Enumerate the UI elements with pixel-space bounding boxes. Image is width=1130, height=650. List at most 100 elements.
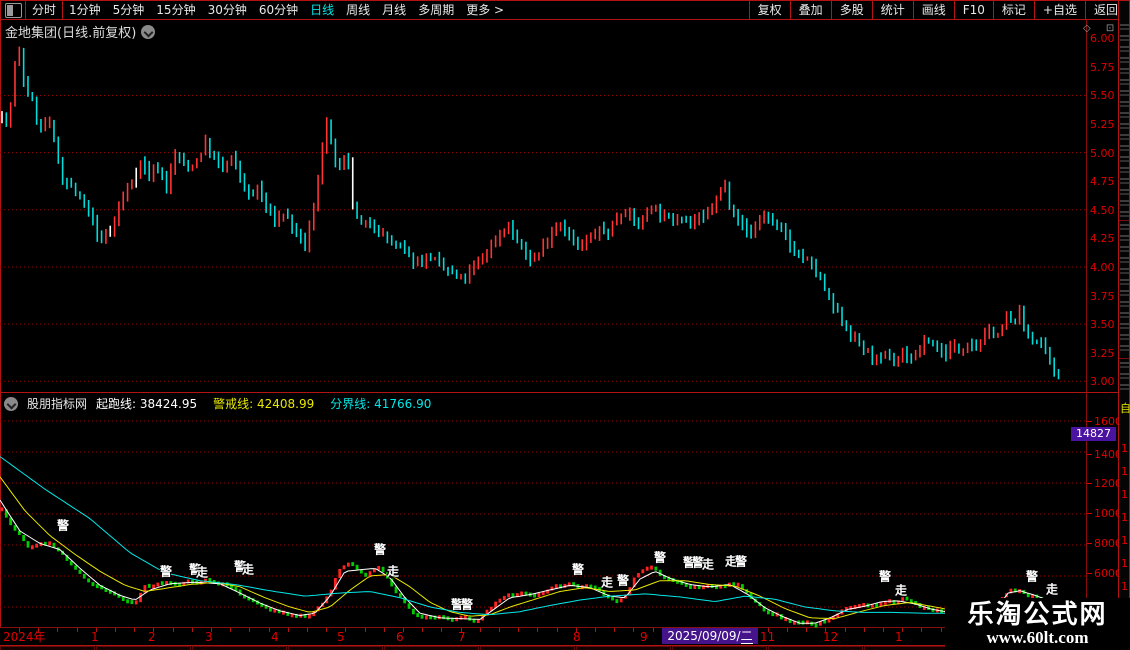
toolbar-item-月线[interactable]: 月线 — [376, 1, 412, 20]
toolbar-item-5分钟[interactable]: 5分钟 — [107, 1, 151, 20]
main-price-chart[interactable] — [0, 20, 1086, 392]
date-axis[interactable]: 2024年 1 2 3 4 5 6 7 8 9 11 12 1 2025/09/09/二 — [0, 628, 1086, 645]
indicator-chart[interactable] — [0, 413, 1086, 628]
bottom-tab-cutoff[interactable] — [96, 646, 191, 650]
bottom-tab-cutoff[interactable] — [672, 646, 767, 650]
toolbar-item-60分钟[interactable]: 60分钟 — [253, 1, 304, 20]
date-label: 1 — [895, 630, 903, 644]
chevron-down-icon[interactable] — [4, 396, 18, 411]
legend-起跑线: 起跑线: 38424.95 — [96, 397, 198, 411]
bottom-tab-cutoff[interactable] — [192, 646, 287, 650]
date-tick — [499, 628, 500, 632]
toolbar-item-1分钟[interactable]: 1分钟 — [63, 1, 107, 20]
date-label: 7 — [458, 630, 466, 644]
axis-tick — [1087, 483, 1092, 484]
toolbar-button-标记[interactable]: 标记 — [992, 1, 1034, 20]
date-tick — [365, 628, 366, 632]
legend-分界线: 分界线: 41766.90 — [330, 397, 432, 411]
date-tick — [787, 628, 788, 632]
main-axis-label: 4.75 — [1090, 175, 1115, 189]
date-tick — [941, 628, 942, 632]
bottom-tab-cutoff[interactable] — [0, 646, 95, 650]
date-label: 8 — [573, 630, 581, 644]
date-tick — [845, 628, 846, 632]
date-label: 3 — [205, 630, 213, 644]
signal-marker-警: 警 — [571, 562, 585, 577]
top-toolbar: 分时 1分钟 5分钟 15分钟 30分钟 60分钟 日线 周线 月线 多周期 更多 > 复权 叠加 多股… — [0, 1, 1129, 20]
edge-digit: 1 — [1121, 534, 1128, 547]
axis-tick — [1087, 421, 1092, 422]
date-tick — [57, 628, 58, 632]
edge-vertical-text — [1120, 24, 1129, 218]
toolbar-button-多股[interactable]: 多股 — [830, 1, 872, 20]
edge-digit: 1 — [1121, 488, 1128, 501]
date-tick — [269, 628, 270, 632]
main-axis-label: 5.75 — [1090, 60, 1115, 74]
main-axis-label: 4.00 — [1090, 260, 1115, 274]
bottom-tab-cutoff[interactable] — [480, 646, 575, 650]
pane-divider — [0, 392, 1118, 393]
indicator-header: 股朋指标网 起跑线: 38424.95 警戒线: 42408.99 分界线: 417… — [4, 395, 431, 412]
toolbar-button-F10[interactable]: F10 — [953, 1, 993, 20]
date-label: 11 — [760, 630, 776, 644]
toolbar-item-日线[interactable]: 日线 — [304, 1, 340, 20]
main-axis-label: 5.25 — [1090, 118, 1115, 132]
toolbar-item-15分钟[interactable]: 15分钟 — [150, 1, 201, 20]
toolbar-button-复权[interactable]: 复权 — [748, 1, 790, 20]
toolbar-item-更多 >[interactable]: 更多 > — [460, 1, 510, 20]
toolbar-item-多周期[interactable]: 多周期 — [412, 1, 460, 20]
date-label: 2024年 — [3, 630, 46, 644]
date-tick — [441, 628, 442, 632]
main-axis-label: 4.50 — [1090, 203, 1115, 217]
date-label: 5 — [337, 630, 345, 644]
bottom-tab-cutoff[interactable] — [576, 646, 671, 650]
date-label: 4 — [271, 630, 279, 644]
toolbar-item-周线[interactable]: 周线 — [340, 1, 376, 20]
toolbar-button-+自选[interactable]: +自选 — [1033, 1, 1085, 20]
layout-panel-icon[interactable] — [5, 3, 22, 18]
date-tick — [230, 628, 231, 632]
date-tick — [480, 628, 481, 632]
edge-vertical-text — [1120, 362, 1129, 390]
edge-digit: 1 — [1121, 465, 1128, 478]
date-tick — [249, 628, 250, 632]
main-axis-label: 5.00 — [1090, 146, 1115, 160]
date-tick — [384, 628, 385, 632]
watermark-site-name: 乐淘公式网 — [967, 600, 1108, 630]
date-tick — [77, 628, 78, 632]
toolbar-button-统计[interactable]: 统计 — [871, 1, 913, 20]
signal-marker-走: 走 — [894, 583, 908, 598]
edge-tab-label[interactable]: 自 — [1120, 400, 1130, 416]
bottom-tab-cutoff[interactable] — [768, 646, 863, 650]
edge-digit: 1 — [1121, 580, 1128, 593]
trading-app-window: 分时 1分钟 5分钟 15分钟 30分钟 60分钟 日线 周线 月线 多周期 更多 > 复权 叠加 多股… — [0, 0, 1130, 650]
current-value-badge: 14827 — [1071, 427, 1116, 441]
date-tick — [345, 628, 346, 632]
date-tick — [115, 628, 116, 632]
date-tick — [557, 628, 558, 632]
date-label: 6 — [396, 630, 404, 644]
date-label: 9 — [640, 630, 648, 644]
date-tick — [614, 628, 615, 632]
toolbar-item-30分钟[interactable]: 30分钟 — [202, 1, 253, 20]
date-tick — [537, 628, 538, 632]
date-tick — [173, 628, 174, 632]
date-tick — [422, 628, 423, 632]
signal-marker-走: 走 — [600, 575, 614, 590]
signal-marker-警: 警 — [56, 518, 70, 533]
main-axis-label: 4.25 — [1090, 232, 1115, 246]
date-tick — [307, 628, 308, 632]
main-axis-label: 5.50 — [1090, 89, 1115, 103]
toolbar-item-分时[interactable]: 分时 — [26, 1, 62, 20]
bottom-tab-cutoff[interactable] — [288, 646, 383, 650]
axis-tick — [1087, 543, 1092, 544]
sub-axis-label: 6000 — [1094, 567, 1122, 580]
toolbar-button-画线[interactable]: 画线 — [912, 1, 954, 20]
signal-marker-警: 警 — [159, 564, 173, 579]
signal-marker-走: 走 — [1045, 582, 1059, 597]
bottom-tab-cutoff[interactable] — [384, 646, 479, 650]
period-toolbar: 分时 1分钟 5分钟 15分钟 30分钟 60分钟 日线 周线 月线 多周期 更多 > — [0, 1, 510, 20]
main-axis-label: 3.25 — [1090, 346, 1115, 360]
toolbar-button-叠加[interactable]: 叠加 — [789, 1, 831, 20]
date-tick — [595, 628, 596, 632]
